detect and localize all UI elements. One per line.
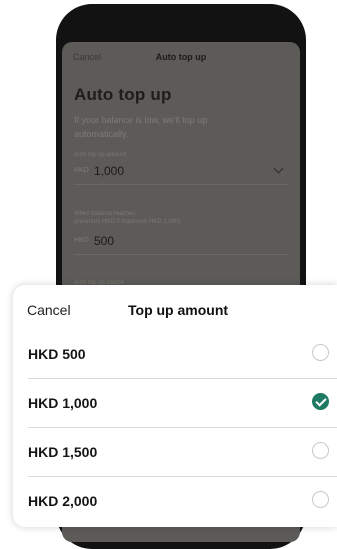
threshold-value: 500 — [94, 234, 115, 248]
radio-unchecked-icon[interactable] — [312, 491, 329, 508]
threshold-label: When balance reaches — [74, 211, 136, 217]
threshold-range-label: (minimum HKD 0 maximum HKD 1,000) — [74, 219, 181, 225]
sheet-header: Cancel Top up amount — [13, 285, 337, 325]
sheet-title: Top up amount — [128, 302, 229, 318]
option-label: HKD 1,000 — [28, 395, 98, 411]
top-up-amount-currency: HKD — [74, 167, 89, 174]
chevron-down-icon — [273, 163, 284, 174]
radio-checked-icon[interactable] — [312, 393, 329, 410]
radio-unchecked-icon[interactable] — [312, 344, 329, 361]
background-nav-bar: Cancel Auto top up — [62, 42, 300, 72]
top-up-amount-value: 1,000 — [94, 164, 125, 178]
background-description: If your balance is low, we'll top up aut… — [74, 115, 208, 139]
threshold-field: HKD 500 — [74, 230, 288, 255]
background-page-title: Auto top up — [74, 85, 172, 104]
option-hkd-2000[interactable]: HKD 2,000 — [13, 477, 337, 526]
top-up-amount-label: Auto top up amount — [74, 152, 127, 158]
option-label: HKD 2,000 — [28, 493, 98, 509]
option-hkd-500[interactable]: HKD 500 — [13, 330, 337, 379]
top-up-amount-sheet: Cancel Top up amount HKD 500 HKD 1,000 H… — [13, 285, 337, 527]
background-nav-title: Auto top up — [155, 52, 207, 62]
option-label: HKD 1,500 — [28, 444, 98, 460]
option-hkd-1500[interactable]: HKD 1,500 — [13, 428, 337, 477]
radio-unchecked-icon[interactable] — [312, 442, 329, 459]
checkmark-icon — [315, 395, 327, 407]
threshold-currency: HKD — [74, 237, 89, 244]
option-hkd-1000[interactable]: HKD 1,000 — [13, 379, 337, 428]
option-label: HKD 500 — [28, 346, 86, 362]
sheet-cancel-button[interactable]: Cancel — [27, 302, 71, 318]
top-up-amount-field: HKD 1,000 — [74, 160, 288, 185]
